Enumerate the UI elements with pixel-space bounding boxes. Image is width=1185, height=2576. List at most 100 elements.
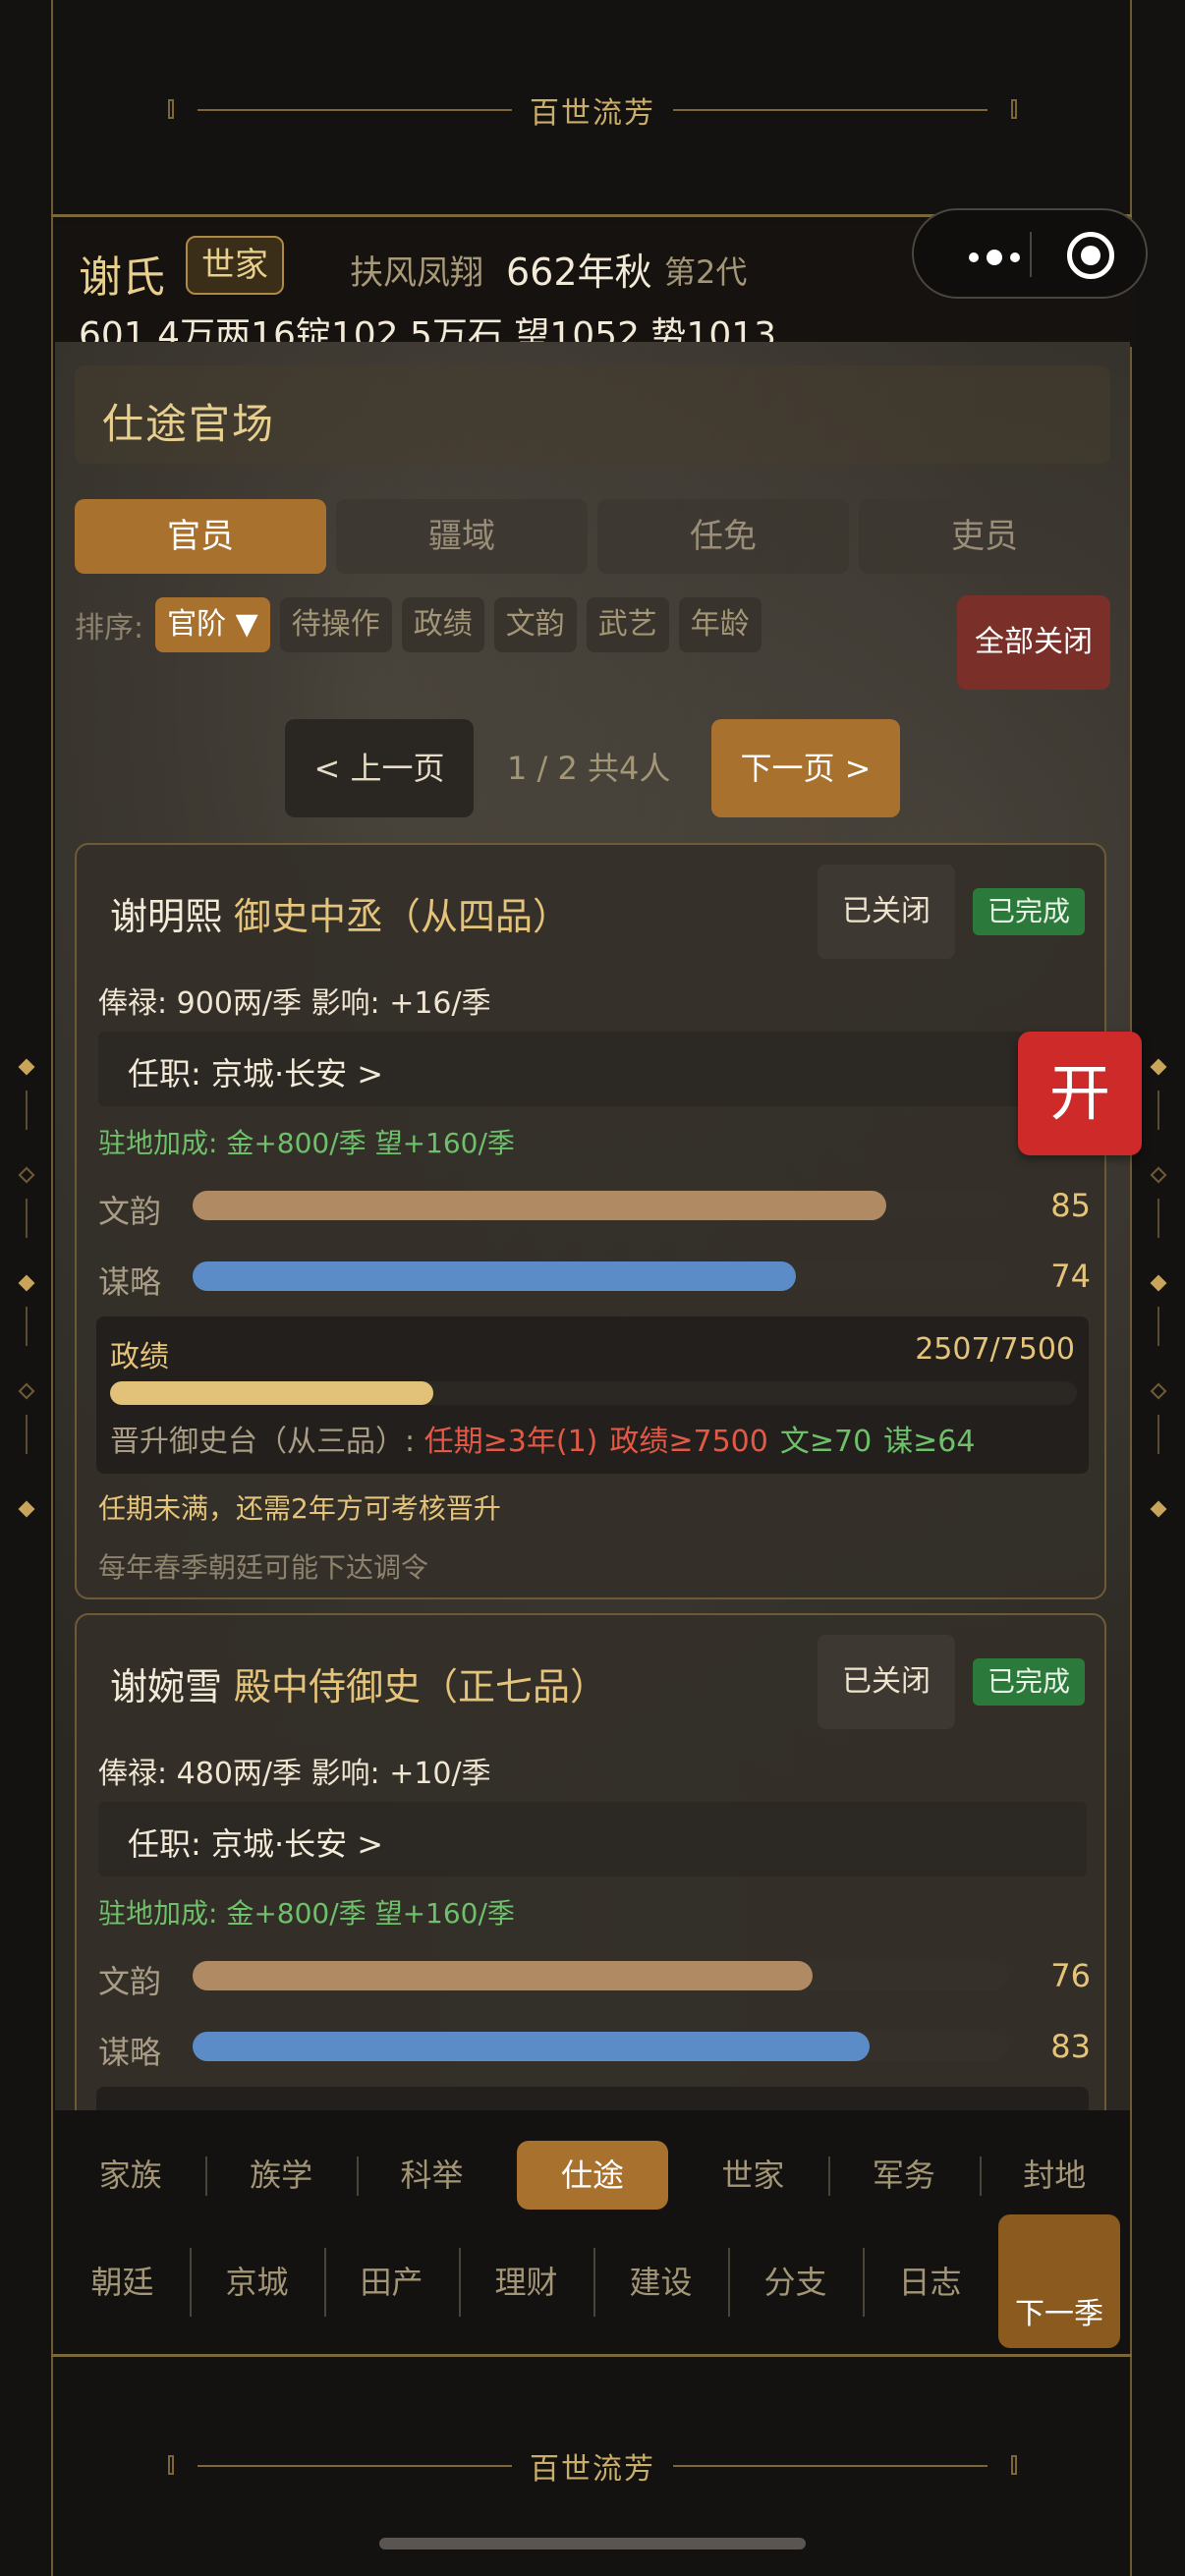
- pager: < 上一页 1 / 2 共4人 下一页 >: [55, 719, 1130, 817]
- post-location-link[interactable]: 任职: 京城·长安 >: [98, 1802, 1087, 1876]
- clan-badge: 世家: [186, 236, 284, 295]
- top-banner: 百世流芳: [0, 61, 1185, 159]
- nav-court[interactable]: 朝廷: [55, 2238, 190, 2326]
- left-ornament: [12, 1041, 41, 1533]
- home-indicator[interactable]: [379, 2538, 806, 2549]
- post-location-label: 任职: 京城·长安 >: [128, 1055, 384, 1092]
- salary-influence: 俸禄: 900两/季 影响: +16/季: [98, 986, 491, 1021]
- tab-appointment[interactable]: 任免: [597, 499, 849, 574]
- bottom-divider: [51, 2354, 1132, 2357]
- nav-farmland[interactable]: 田产: [324, 2238, 459, 2326]
- next-season-label: 下一季: [1015, 2297, 1103, 2331]
- station-bonus: 驻地加成: 金+800/季 望+160/季: [98, 1127, 515, 1159]
- frame-left-edge: [51, 0, 53, 2576]
- performance-box: 政绩 2507/7500 晋升御史台（从三品）: 任期≥3年(1) 政绩≥7500…: [96, 1316, 1089, 1474]
- next-season-button[interactable]: 下一季: [998, 2214, 1120, 2348]
- nav-imperial-exam[interactable]: 科举: [356, 2141, 507, 2210]
- banner-line-left: [168, 99, 512, 119]
- next-page-button[interactable]: 下一页 >: [711, 719, 900, 817]
- main-panel: 仕途官场 官员 疆域 任免 吏员 排序: 官阶 ▼ 待操作 政绩 文韵 武艺 年…: [55, 342, 1130, 2110]
- nav-fief[interactable]: 封地: [979, 2141, 1130, 2210]
- nav-capital[interactable]: 京城: [190, 2238, 324, 2326]
- nav-finance[interactable]: 理财: [459, 2238, 593, 2326]
- sort-age-chip[interactable]: 年龄: [678, 597, 762, 652]
- sort-row: 排序: 官阶 ▼ 待操作 政绩 文韵 武艺 年龄: [75, 595, 762, 654]
- more-icon[interactable]: [969, 250, 1020, 265]
- sort-rank-chip[interactable]: 官阶 ▼: [155, 597, 270, 652]
- panel-tabs: 官员 疆域 任免 吏员: [75, 499, 1110, 574]
- sort-label: 排序:: [75, 611, 144, 645]
- sort-literary-chip[interactable]: 文韵: [493, 597, 577, 652]
- stat-label: 谋略: [98, 2034, 162, 2071]
- stat-bar-fill: [193, 1191, 886, 1220]
- req-term: 任期≥3年(1): [423, 1425, 598, 1459]
- nav-log[interactable]: 日志: [863, 2238, 997, 2326]
- secondary-nav: 朝廷 京城 田产 理财 建设 分支 日志 下一季: [55, 2211, 1130, 2354]
- banner-line-right: [673, 99, 1017, 119]
- performance-label: 政绩: [110, 1340, 169, 1374]
- banner-line-right: [673, 2455, 1017, 2475]
- stat-bar-fill: [193, 1961, 813, 1990]
- stat-value: 76: [1050, 1957, 1091, 1994]
- stat-strategy: 谋略 74: [98, 1256, 1091, 1301]
- frame-right-edge: [1130, 0, 1132, 2576]
- term-note: 任期未满，还需2年方可考核晋升: [98, 1492, 501, 1525]
- official-card: 谢明熙 御史中丞（从四品） 已关闭 已完成 俸禄: 900两/季 影响: +16/…: [75, 843, 1106, 1599]
- generation: 第2代: [664, 253, 748, 291]
- primary-nav: 家族 族学 科举 仕途 世家 军务 封地: [55, 2130, 1130, 2220]
- done-badge: 已完成: [973, 888, 1085, 935]
- performance-box-partial: [96, 2087, 1089, 2110]
- req-strategy: 谋≥64: [883, 1425, 976, 1459]
- section-title-text: 仕途官场: [102, 400, 276, 448]
- page-info: 1 / 2 共4人: [507, 750, 671, 787]
- official-card: 谢婉雪 殿中侍御史（正七品） 已关闭 已完成 俸禄: 480两/季 影响: +10…: [75, 1613, 1106, 2110]
- close-all-button[interactable]: 全部关闭: [957, 595, 1110, 690]
- nav-branches[interactable]: 分支: [728, 2238, 863, 2326]
- prev-page-button[interactable]: < 上一页: [285, 719, 474, 817]
- stat-bar-fill: [193, 2032, 870, 2061]
- closed-toggle-button[interactable]: 已关闭: [818, 865, 955, 959]
- stat-label: 谋略: [98, 1263, 162, 1301]
- clan-motto: 扶风凤翔: [350, 253, 483, 293]
- nav-family[interactable]: 家族: [55, 2141, 205, 2210]
- game-date: 662年秋: [506, 251, 652, 294]
- nav-noble-houses[interactable]: 世家: [678, 2141, 828, 2210]
- req-literary: 文≥70: [779, 1425, 873, 1459]
- closed-toggle-button[interactable]: 已关闭: [818, 1635, 955, 1729]
- stat-value: 74: [1050, 1258, 1091, 1295]
- done-badge: 已完成: [973, 1658, 1085, 1706]
- req-performance: 政绩≥7500: [609, 1425, 768, 1459]
- nav-officialdom[interactable]: 仕途: [517, 2141, 668, 2210]
- nav-construction[interactable]: 建设: [593, 2238, 728, 2326]
- stat-label: 文韵: [98, 1963, 162, 2000]
- performance-bar-fill: [110, 1381, 433, 1405]
- post-location-label: 任职: 京城·长安 >: [128, 1825, 384, 1863]
- sort-martial-chip[interactable]: 武艺: [586, 597, 669, 652]
- tab-clerks[interactable]: 吏员: [859, 499, 1110, 574]
- stat-label: 文韵: [98, 1193, 162, 1230]
- official-name: 谢婉雪: [110, 1665, 223, 1708]
- banner-title: 百世流芳: [530, 2452, 655, 2487]
- bottom-banner: 百世流芳: [0, 2417, 1185, 2515]
- nav-military[interactable]: 军务: [828, 2141, 979, 2210]
- sort-performance-chip[interactable]: 政绩: [401, 597, 484, 652]
- official-rank: 御史中丞（从四品）: [234, 895, 571, 938]
- miniprogram-capsule: [912, 208, 1148, 299]
- banner-line-left: [168, 2455, 512, 2475]
- stat-literary: 文韵 76: [98, 1955, 1091, 2000]
- performance-value: 2507/7500: [915, 1332, 1075, 1367]
- post-location-link[interactable]: 任职: 京城·长安 >: [98, 1032, 1087, 1106]
- official-rank: 殿中侍御史（正七品）: [234, 1665, 608, 1708]
- open-float-button[interactable]: 开: [1018, 1032, 1142, 1155]
- tab-officials[interactable]: 官员: [75, 499, 326, 574]
- stat-literary: 文韵 85: [98, 1185, 1091, 1230]
- stat-strategy: 谋略 83: [98, 2026, 1091, 2071]
- close-miniprogram-icon[interactable]: [1067, 232, 1114, 279]
- salary-influence: 俸禄: 480两/季 影响: +10/季: [98, 1757, 491, 1791]
- official-name: 谢明熙: [110, 895, 223, 938]
- sort-pending-chip[interactable]: 待操作: [279, 597, 392, 652]
- req-prefix: 晋升御史台（从三品）:: [110, 1425, 416, 1459]
- nav-clan-school[interactable]: 族学: [205, 2141, 356, 2210]
- tab-territory[interactable]: 疆域: [336, 499, 588, 574]
- promotion-requirements: 晋升御史台（从三品）: 任期≥3年(1) 政绩≥7500 文≥70 谋≥64: [110, 1417, 987, 1460]
